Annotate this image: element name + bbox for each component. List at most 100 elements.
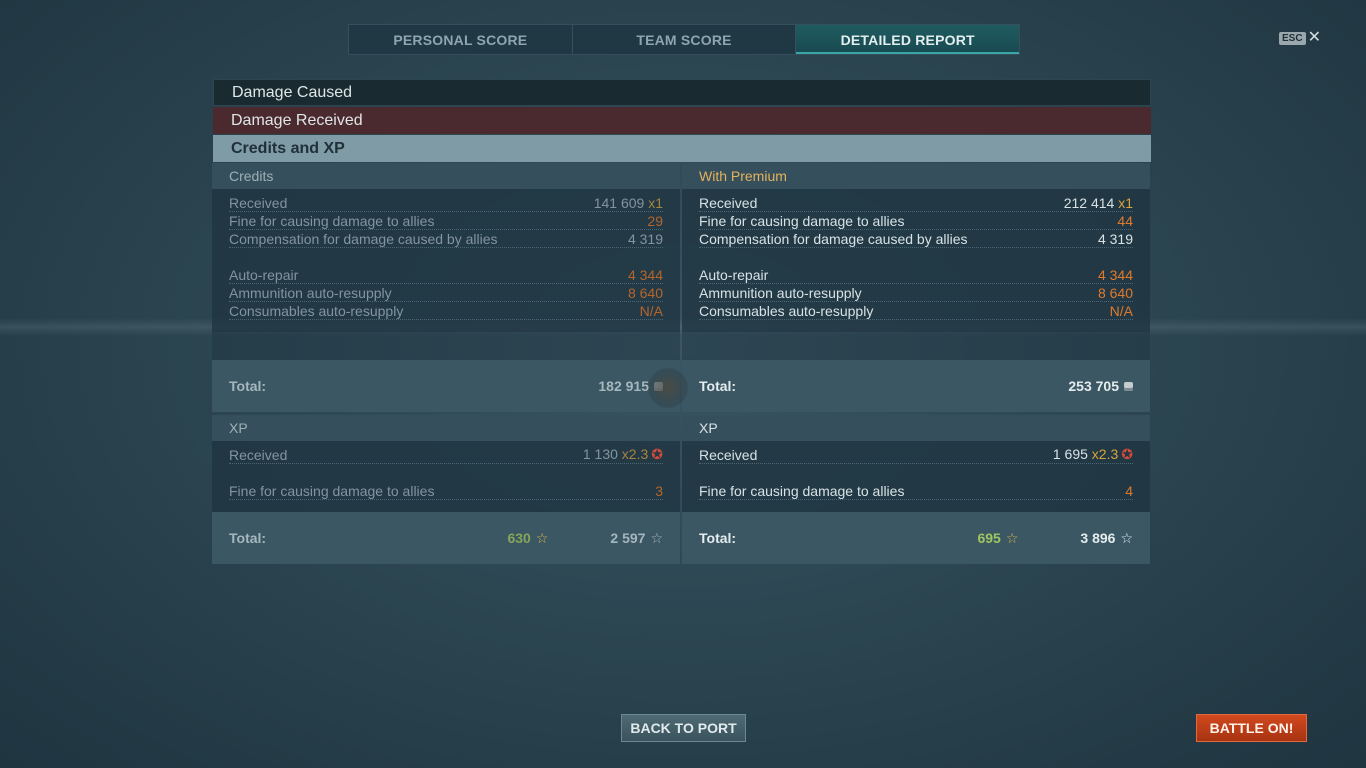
xp-right-panel: XP Received 1 695 x2.3 ✪ Fine for causing… [682, 415, 1150, 564]
row-value: 29 [647, 213, 663, 229]
tab-bar: PERSONAL SCORE TEAM SCORE DETAILED REPOR… [348, 24, 1020, 55]
premium-body: Received 212 414 x1 Fine for causing dam… [682, 189, 1150, 332]
row-label: Ammunition auto-resupply [229, 285, 392, 301]
credits-auto-repair-row: Auto-repair 4 344 [229, 266, 663, 284]
xp-right-body: Received 1 695 x2.3 ✪ Fine for causing da… [682, 441, 1150, 512]
free-xp-value: 630 [507, 530, 531, 546]
row-label: Received [699, 195, 758, 211]
total-label: Total: [229, 378, 267, 394]
xp-left-total: Total: 630 ☆ 2 597 ☆ [212, 512, 680, 564]
tab-team-score[interactable]: TEAM SCORE [573, 25, 797, 54]
row-label: Consumables auto-resupply [699, 303, 874, 319]
free-xp-value: 695 [977, 530, 1001, 546]
xp-right-fine-row: Fine for causing damage to allies 4 [699, 482, 1133, 500]
row-value: 4 319 [627, 231, 663, 247]
tab-detailed-report[interactable]: DETAILED REPORT [796, 25, 1020, 54]
premium-fine-row: Fine for causing damage to allies 44 [699, 212, 1133, 230]
premium-panel: With Premium Received 212 414 x1 Fine fo… [682, 163, 1150, 412]
row-label: Received [229, 447, 288, 463]
row-label: Auto-repair [229, 267, 299, 283]
row-value: N/A [639, 303, 663, 319]
section-damage-received[interactable]: Damage Received [213, 107, 1151, 134]
credits-panel: Credits Received 141 609 x1 Fine for cau… [212, 163, 680, 412]
row-label: Fine for causing damage to allies [229, 213, 435, 229]
row-value: 4 344 [627, 267, 663, 283]
row-label: Compensation for damage caused by allies [229, 231, 498, 247]
credits-received-row: Received 141 609 x1 [229, 194, 663, 212]
row-label: Compensation for damage caused by allies [699, 231, 968, 247]
xp-right-header: XP [682, 415, 1150, 441]
credits-compensation-row: Compensation for damage caused by allies… [229, 230, 663, 248]
credits-total: Total: 182 915 [212, 360, 680, 412]
section-credits-xp[interactable]: Credits and XP [213, 135, 1151, 162]
total-label: Total: [699, 378, 737, 394]
xp-star-icon: ☆ [1120, 529, 1133, 546]
row-label: Fine for causing damage to allies [229, 483, 435, 499]
free-xp-star-icon: ☆ [535, 529, 549, 546]
row-value: 44 [1117, 213, 1133, 229]
esc-close[interactable]: ESC ✕ [1279, 30, 1321, 46]
gap [682, 332, 1150, 360]
xp-left-panel: XP Received 1 130 x2.3 ✪ Fine for causing… [212, 415, 680, 564]
credits-coin-icon [1124, 381, 1133, 391]
tab-personal-score[interactable]: PERSONAL SCORE [349, 25, 573, 54]
esc-key-hint: ESC [1279, 31, 1306, 45]
xp-left-body: Received 1 130 x2.3 ✪ Fine for causing da… [212, 441, 680, 512]
row-value: 8 640 [1097, 285, 1133, 301]
credits-total-value: 182 915 [598, 378, 649, 394]
credits-body: Received 141 609 x1 Fine for causing dam… [212, 189, 680, 332]
ship-silhouette [648, 368, 688, 408]
row-label: Received [229, 195, 288, 211]
row-value: 4 319 [1097, 231, 1133, 247]
premium-total: Total: 253 705 [682, 360, 1150, 412]
close-icon[interactable]: ✕ [1308, 30, 1321, 46]
xp-left-fine-row: Fine for causing damage to allies 3 [229, 482, 663, 500]
row-value: 8 640 [627, 285, 663, 301]
total-label: Total: [229, 530, 267, 546]
premium-header: With Premium [682, 163, 1150, 189]
row-label: Fine for causing damage to allies [699, 483, 905, 499]
row-label: Fine for causing damage to allies [699, 213, 905, 229]
credits-consumables-row: Consumables auto-resupply N/A [229, 302, 663, 320]
row-value: 4 [1125, 483, 1133, 499]
section-damage-caused[interactable]: Damage Caused [213, 79, 1151, 106]
row-value: 1 130 x2.3 ✪ [582, 446, 663, 462]
xp-total-value: 3 896 [1080, 530, 1116, 546]
row-label: Ammunition auto-resupply [699, 285, 862, 301]
row-label: Received [699, 447, 758, 463]
row-label: Auto-repair [699, 267, 769, 283]
premium-auto-repair-row: Auto-repair 4 344 [699, 266, 1133, 284]
gap [212, 332, 680, 360]
premium-consumables-row: Consumables auto-resupply N/A [699, 302, 1133, 320]
free-xp-star-icon: ☆ [1005, 529, 1019, 546]
xp-left-header: XP [212, 415, 680, 441]
back-to-port-button[interactable]: BACK TO PORT [621, 714, 746, 742]
xp-left-received-row: Received 1 130 x2.3 ✪ [229, 446, 663, 464]
xp-total-value: 2 597 [610, 530, 646, 546]
row-value: 212 414 x1 [1063, 195, 1133, 211]
credits-ammo-row: Ammunition auto-resupply 8 640 [229, 284, 663, 302]
row-value: 4 344 [1097, 267, 1133, 283]
row-value: 141 609 x1 [593, 195, 663, 211]
xp-multiplier-icon: ✪ [651, 446, 663, 462]
credits-header: Credits [212, 163, 680, 189]
xp-right-received-row: Received 1 695 x2.3 ✪ [699, 446, 1133, 464]
credits-fine-row: Fine for causing damage to allies 29 [229, 212, 663, 230]
xp-right-total: Total: 695 ☆ 3 896 ☆ [682, 512, 1150, 564]
row-value: 3 [655, 483, 663, 499]
premium-received-row: Received 212 414 x1 [699, 194, 1133, 212]
row-value: 1 695 x2.3 ✪ [1052, 446, 1133, 462]
row-label: Consumables auto-resupply [229, 303, 404, 319]
xp-star-icon: ☆ [650, 529, 663, 546]
xp-multiplier-icon: ✪ [1121, 446, 1133, 462]
battle-on-button[interactable]: BATTLE ON! [1196, 714, 1307, 742]
row-value: N/A [1109, 303, 1133, 319]
premium-total-value: 253 705 [1068, 378, 1119, 394]
premium-ammo-row: Ammunition auto-resupply 8 640 [699, 284, 1133, 302]
total-label: Total: [699, 530, 737, 546]
premium-compensation-row: Compensation for damage caused by allies… [699, 230, 1133, 248]
